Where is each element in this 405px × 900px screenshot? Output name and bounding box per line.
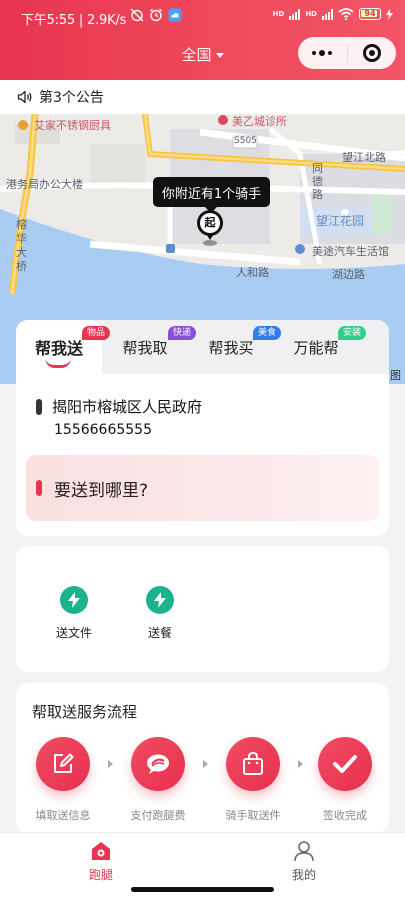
map-label-edge: 图 bbox=[390, 369, 401, 382]
status-time-speed: 下午5:55 | 2.9K/s bbox=[21, 13, 127, 28]
caret-down-icon bbox=[215, 53, 224, 58]
quick-send-food[interactable]: 送餐 bbox=[130, 586, 190, 641]
sender-address[interactable]: 揭阳市榕城区人民政府 bbox=[36, 396, 202, 417]
app-root: 下午5:55 | 2.9K/s HD HD 94 全国 第3个公告 艾家不锈钢厨… bbox=[0, 0, 405, 900]
alarm-icon bbox=[150, 8, 162, 22]
process-step-pay: 支付跑腿费 bbox=[118, 737, 198, 823]
edit-icon bbox=[36, 737, 90, 791]
signal-2-label: HD bbox=[305, 9, 317, 18]
dot-icon bbox=[319, 50, 326, 56]
process-step-fill-info: 填取送信息 bbox=[23, 737, 103, 823]
pin-text: 起 bbox=[200, 213, 220, 233]
wifi-icon bbox=[338, 8, 354, 20]
destination-placeholder: 要送到哪里? bbox=[54, 480, 149, 501]
mini-program-capsule bbox=[298, 37, 396, 69]
more-button[interactable] bbox=[298, 37, 347, 69]
map-label-office: 港务局办公大楼 bbox=[6, 178, 83, 191]
process-arrow-icon bbox=[108, 760, 113, 768]
quick-send-food-label: 送餐 bbox=[147, 626, 172, 640]
process-arrow-icon bbox=[298, 760, 303, 768]
dot-icon bbox=[328, 51, 333, 55]
dot-icon bbox=[312, 51, 317, 55]
tab-pickup-label: 帮我取 bbox=[122, 338, 168, 357]
nearby-riders-bubble: 你附近有1个骑手 bbox=[153, 177, 270, 213]
map-label-wangjiang-road: 望江北路 bbox=[342, 151, 386, 164]
user-icon bbox=[294, 841, 314, 862]
status-bar: 下午5:55 | 2.9K/s HD HD 94 bbox=[0, 0, 405, 34]
chat-icon bbox=[131, 737, 185, 791]
signal-2-icon bbox=[322, 8, 333, 20]
map-label-garden: 望江花园 bbox=[316, 214, 365, 228]
map-label-store: 艾家不锈钢厨具 bbox=[34, 119, 111, 132]
process-card: 帮取送服务流程 填取送信息 支付跑腿费 骑手取送件 签收完成 bbox=[16, 683, 389, 833]
check-icon bbox=[318, 737, 372, 791]
bag-icon bbox=[226, 737, 280, 791]
quick-send-document-label: 送文件 bbox=[55, 626, 92, 640]
sender-marker-icon bbox=[36, 398, 42, 415]
notice-text: 第3个公告 bbox=[39, 90, 104, 106]
process-step-label: 骑手取送件 bbox=[225, 809, 281, 822]
target-icon bbox=[362, 44, 381, 62]
bubble-text: 你附近有1个骑手 bbox=[161, 186, 262, 202]
sender-address-text: 揭阳市榕城区人民政府 bbox=[52, 398, 203, 416]
header: 下午5:55 | 2.9K/s HD HD 94 全国 bbox=[0, 0, 405, 80]
process-title: 帮取送服务流程 bbox=[32, 703, 138, 721]
charging-icon bbox=[386, 8, 393, 20]
map-label-road-code: S505 bbox=[234, 136, 257, 146]
badge-food: 美食 bbox=[253, 326, 282, 340]
quick-services-card: 送文件 送餐 bbox=[16, 546, 389, 672]
status-right: HD HD 94 bbox=[273, 8, 393, 20]
city-label: 全国 bbox=[181, 46, 212, 64]
tab-errand[interactable]: 跑腿 bbox=[61, 840, 141, 883]
start-pin-icon[interactable]: 起 bbox=[197, 210, 223, 244]
battery-level: 94 bbox=[364, 9, 376, 18]
close-mini-program-button[interactable] bbox=[347, 37, 396, 69]
map-label-hubian: 湖边路 bbox=[332, 268, 365, 281]
notice-bar[interactable]: 第3个公告 bbox=[0, 80, 405, 114]
alarm-off-icon bbox=[130, 8, 144, 22]
map-label-bridge-4: 桥 bbox=[16, 260, 27, 273]
badge-express: 快递 bbox=[168, 326, 197, 340]
badge-goods: 物品 bbox=[82, 326, 111, 340]
tab-mine-label: 我的 bbox=[291, 868, 316, 882]
home-indicator[interactable] bbox=[131, 887, 274, 892]
tab-mine[interactable]: 我的 bbox=[264, 840, 344, 883]
status-icons bbox=[130, 8, 182, 22]
tab-errand-label: 跑腿 bbox=[88, 868, 113, 882]
process-step-rider: 骑手取送件 bbox=[213, 737, 293, 823]
lightning-icon bbox=[146, 586, 174, 614]
process-step-label: 支付跑腿费 bbox=[130, 809, 186, 822]
map-label-auto: 美途汽车生活馆 bbox=[312, 245, 389, 258]
badge-install: 安装 bbox=[338, 326, 367, 340]
destination-marker-icon bbox=[36, 480, 42, 496]
process-step-complete: 签收完成 bbox=[305, 737, 385, 823]
tab-buy-label: 帮我买 bbox=[208, 338, 254, 357]
speaker-icon bbox=[17, 90, 32, 104]
status-time: 下午5:55 bbox=[21, 13, 75, 28]
service-tabs: 帮我送 帮我取 帮我买 万能帮 物品 快递 美食 安装 bbox=[16, 320, 389, 374]
status-speed: 2.9K/s bbox=[87, 13, 127, 28]
order-card: 帮我送 帮我取 帮我买 万能帮 物品 快递 美食 安装 揭阳市榕城区人民政府 1… bbox=[16, 320, 389, 536]
quick-send-document[interactable]: 送文件 bbox=[44, 586, 104, 641]
tab-universal-label: 万能帮 bbox=[293, 338, 339, 357]
process-step-label: 签收完成 bbox=[323, 809, 367, 822]
tab-deliver-label: 帮我送 bbox=[34, 339, 83, 358]
signal-1-icon bbox=[289, 8, 301, 20]
lightning-icon bbox=[60, 586, 88, 614]
tab-pickup[interactable]: 帮我取 bbox=[112, 320, 178, 374]
sender-phone: 15566665555 bbox=[54, 422, 152, 438]
cloud-app-icon bbox=[168, 8, 182, 22]
home-flower-icon bbox=[92, 842, 110, 860]
map-label-renhe: 人和路 bbox=[236, 266, 269, 279]
process-step-label: 填取送信息 bbox=[35, 809, 91, 822]
map-label-clinic: 美乙城诊所 bbox=[232, 115, 287, 128]
battery-icon: 94 bbox=[359, 8, 381, 20]
process-arrow-icon bbox=[203, 760, 208, 768]
destination-input[interactable]: 要送到哪里? bbox=[26, 455, 379, 521]
signal-1-label: HD bbox=[272, 9, 285, 18]
map-label-tongde-3: 路 bbox=[312, 188, 323, 201]
